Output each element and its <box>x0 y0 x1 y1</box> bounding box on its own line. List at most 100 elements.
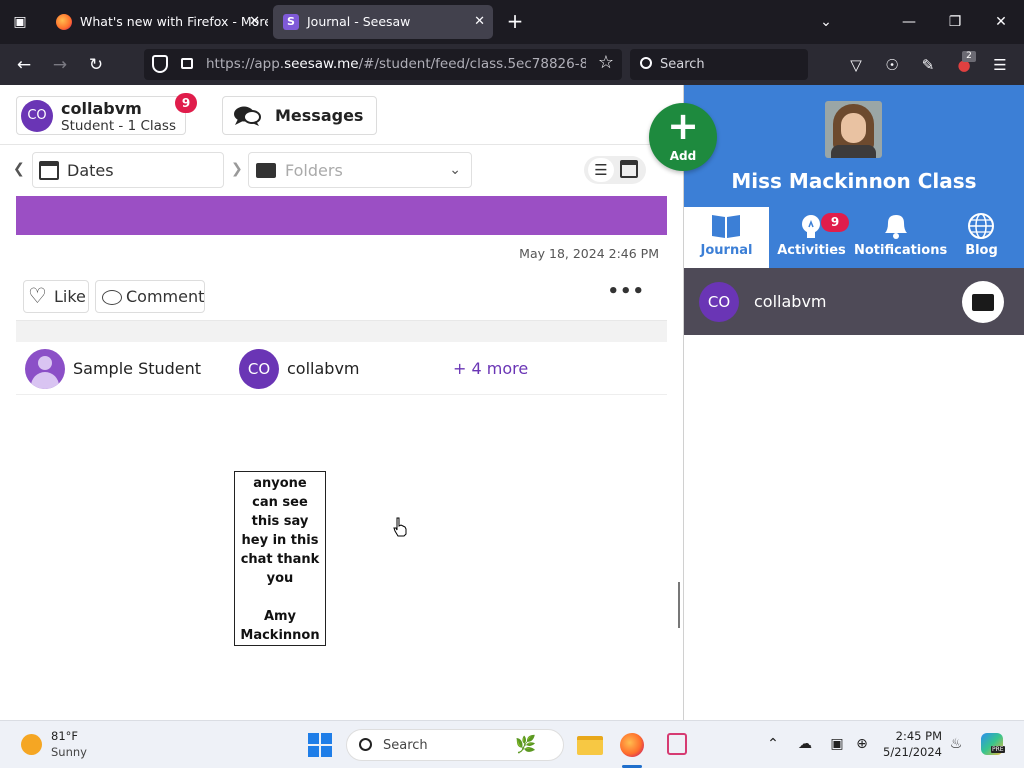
tab-label: Blog <box>965 243 998 258</box>
post-footer: May 18, 2024 2:46 PM ♡ Like Comment ••• <box>16 235 667 321</box>
chevron-down-icon[interactable]: ⌄ <box>811 10 841 34</box>
search-icon <box>640 57 652 69</box>
weather-condition[interactable]: Sunny <box>51 745 87 759</box>
folder-icon <box>256 163 276 178</box>
folder-icon <box>972 294 994 311</box>
browser-search-bar[interactable]: Search <box>630 49 808 80</box>
url-bar[interactable]: https://app.seesaw.me/#/student/feed/cla… <box>144 49 622 80</box>
avatar: CO <box>21 100 53 132</box>
hamburger-menu-icon[interactable]: ☰ <box>989 54 1011 76</box>
add-button[interactable]: + Add <box>649 103 717 171</box>
search-icon <box>359 738 372 751</box>
lock-icon[interactable] <box>181 58 193 69</box>
windows-start-icon[interactable] <box>308 733 332 757</box>
like-label: Like <box>54 287 86 306</box>
forward-arrow-icon[interactable]: → <box>47 52 73 78</box>
seesaw-top-bar: CO collabvm Student - 1 Class 9 Messages <box>0 85 683 145</box>
like-button[interactable]: ♡ Like <box>23 280 89 313</box>
chevron-up-icon[interactable]: ⌃ <box>764 735 782 753</box>
filter-bar: ❮ Dates ❯ Folders ⌄ ☰ <box>0 146 683 196</box>
view-toggle[interactable]: ☰ <box>584 156 646 184</box>
class-header: Miss Mackinnon Class <box>684 85 1024 207</box>
browser-nav-bar: ← → ↻ https://app.seesaw.me/#/student/fe… <box>0 44 1024 85</box>
scrollbar-thumb[interactable] <box>678 582 680 628</box>
chevron-down-icon: ⌄ <box>449 162 461 178</box>
url-text[interactable]: https://app.seesaw.me/#/student/feed/cla… <box>206 49 586 80</box>
post-people-row: Sample Student CO collabvm + 4 more <box>16 342 667 395</box>
person-name[interactable]: Sample Student <box>73 342 201 395</box>
tab-activities[interactable]: 9 Activities <box>769 207 854 268</box>
calendar-icon <box>39 161 59 180</box>
tracking-shield-icon[interactable] <box>152 55 168 73</box>
messages-button[interactable]: Messages <box>222 96 377 135</box>
tab-title: What's new with Firefox - More <box>80 14 268 29</box>
tab-blog[interactable]: Blog <box>939 207 1024 268</box>
clock-time[interactable]: 2:45 PM <box>880 729 942 743</box>
snipping-tool-icon[interactable] <box>664 731 692 759</box>
post-media-strip[interactable] <box>16 196 667 235</box>
messages-label: Messages <box>275 106 364 125</box>
plus-icon: + <box>667 104 699 148</box>
tab-firefox-whats-new[interactable]: What's new with Firefox - More ✕ <box>46 5 268 39</box>
more-people-link[interactable]: + 4 more <box>453 342 528 395</box>
book-icon <box>712 215 740 238</box>
taskbar-search[interactable]: Search 🌿 <box>346 729 564 761</box>
tab-notifications[interactable]: Notifications <box>854 207 947 268</box>
folders-placeholder: Folders <box>285 161 343 180</box>
journal-feed: May 18, 2024 2:46 PM ♡ Like Comment ••• … <box>16 196 667 720</box>
class-photo[interactable] <box>825 101 882 158</box>
student-folder-button[interactable] <box>962 281 1004 323</box>
folders-dropdown[interactable]: Folders ⌄ <box>248 152 472 188</box>
sun-icon[interactable] <box>21 734 42 755</box>
tab-title: Journal - Seesaw <box>307 14 411 29</box>
tab-journal[interactable]: Journal <box>684 207 769 268</box>
browser-tab-bar: ▣ What's new with Firefox - More ✕ S Jou… <box>0 0 1024 44</box>
bell-icon <box>885 215 907 239</box>
network-icon[interactable]: ⊕ <box>853 735 871 753</box>
new-tab-plus-icon[interactable]: + <box>503 10 527 34</box>
clock-date[interactable]: 5/21/2024 <box>880 745 942 759</box>
copilot-icon[interactable]: PRE <box>981 733 1005 755</box>
tab-list-icon[interactable]: ▣ <box>8 10 32 34</box>
student-row[interactable]: CO collabvm <box>684 268 1024 335</box>
calendar-view-icon[interactable] <box>620 160 638 178</box>
student-name: collabvm <box>754 292 827 311</box>
class-panel: Miss Mackinnon Class Journal 9 Activitie… <box>684 85 1024 720</box>
journal-feed-column: CO collabvm Student - 1 Class 9 Messages… <box>0 85 717 720</box>
back-arrow-icon[interactable]: ← <box>11 52 37 78</box>
chevron-left-icon[interactable]: ❮ <box>13 161 25 177</box>
pocket-icon[interactable]: ▽ <box>845 54 867 76</box>
extensions-puzzle-icon[interactable]: ✎ <box>917 54 939 76</box>
notification-bell-icon[interactable]: ♨ <box>947 735 965 753</box>
close-tab-icon[interactable]: ✕ <box>249 5 260 39</box>
add-label: Add <box>669 149 697 163</box>
more-options-icon[interactable]: ••• <box>607 281 645 302</box>
display-icon[interactable]: ▣ <box>828 735 846 753</box>
restore-icon[interactable]: ❐ <box>940 10 970 34</box>
comment-button[interactable]: Comment <box>95 280 205 313</box>
firefox-taskbar-icon[interactable] <box>618 731 646 759</box>
account-switcher[interactable]: CO collabvm Student - 1 Class 9 <box>16 93 197 135</box>
activities-badge: 9 <box>821 213 849 232</box>
account-icon[interactable]: ☉ <box>881 54 903 76</box>
reload-icon[interactable]: ↻ <box>83 52 109 78</box>
onedrive-icon[interactable]: ☁ <box>796 735 814 753</box>
file-explorer-icon[interactable] <box>576 731 604 759</box>
post-note-text[interactable]: anyone can see this say hey in this chat… <box>234 471 326 646</box>
person-name[interactable]: collabvm <box>287 342 360 395</box>
close-window-icon[interactable]: ✕ <box>986 10 1016 34</box>
weather-temperature[interactable]: 81°F <box>51 729 78 743</box>
dates-filter[interactable]: Dates <box>32 152 224 188</box>
post-separator <box>16 321 667 342</box>
class-name[interactable]: Miss Mackinnon Class <box>684 169 1024 193</box>
bookmark-star-icon[interactable]: ☆ <box>598 52 614 73</box>
heart-icon: ♡ <box>28 284 47 308</box>
close-tab-icon[interactable]: ✕ <box>474 5 485 39</box>
chat-bubbles-icon <box>234 106 261 126</box>
minimize-icon[interactable]: — <box>894 10 924 34</box>
account-name: collabvm <box>61 99 142 118</box>
tab-journal-seesaw[interactable]: S Journal - Seesaw ✕ <box>273 5 493 39</box>
list-view-icon[interactable]: ☰ <box>588 158 614 182</box>
class-tabs: Journal 9 Activities Notifications Blog <box>684 207 1024 268</box>
student-avatar-icon <box>25 349 65 389</box>
